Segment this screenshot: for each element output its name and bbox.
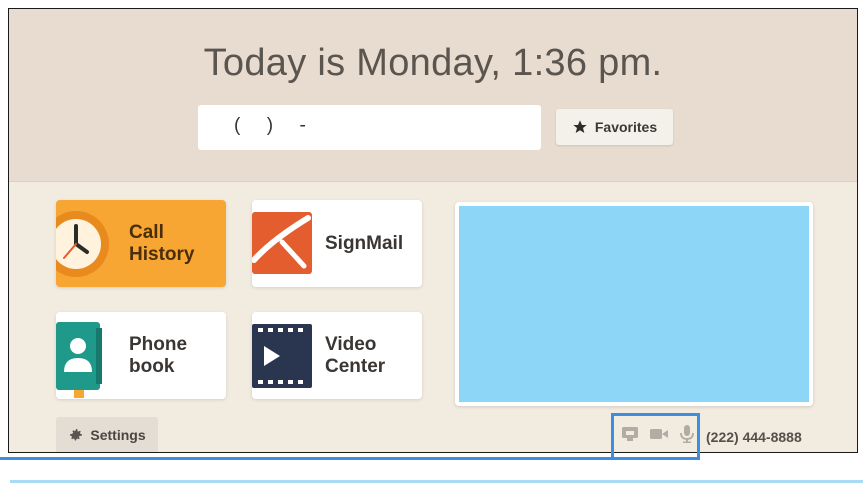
settings-label: Settings bbox=[90, 427, 146, 443]
app-window: Today is Monday, 1:36 pm. ( ) - Favorite… bbox=[8, 8, 858, 453]
tile-label: Video Center bbox=[325, 333, 386, 377]
tile-phone-book[interactable]: Phone book bbox=[56, 312, 226, 399]
star-icon bbox=[573, 120, 587, 133]
header: Today is Monday, 1:36 pm. ( ) - Favorite… bbox=[9, 9, 857, 182]
settings-button[interactable]: Settings bbox=[56, 417, 158, 452]
film-play-icon bbox=[252, 324, 312, 388]
page-title: Today is Monday, 1:36 pm. bbox=[203, 42, 663, 84]
clock-icon bbox=[56, 211, 109, 277]
tile-label: SignMail bbox=[325, 232, 404, 254]
favorites-label: Favorites bbox=[594, 119, 658, 135]
video-preview bbox=[455, 202, 813, 406]
tile-signmail[interactable]: SignMail bbox=[252, 200, 422, 287]
highlight-line bbox=[0, 457, 611, 460]
status-highlight-box bbox=[611, 413, 700, 460]
phone-number-input[interactable]: ( ) - bbox=[198, 105, 541, 150]
tile-video-center[interactable]: Video Center bbox=[252, 312, 422, 399]
tile-label: Call History bbox=[129, 221, 195, 265]
contact-book-icon bbox=[56, 322, 102, 398]
tile-label: Phone book bbox=[129, 333, 188, 377]
tile-call-history[interactable]: Call History bbox=[56, 200, 226, 287]
signmail-icon bbox=[252, 212, 312, 274]
highlight-line-secondary bbox=[10, 480, 863, 483]
gear-icon bbox=[70, 429, 83, 441]
favorites-button[interactable]: Favorites bbox=[556, 109, 673, 145]
own-phone-number: (222) 444-8888 bbox=[706, 429, 802, 445]
